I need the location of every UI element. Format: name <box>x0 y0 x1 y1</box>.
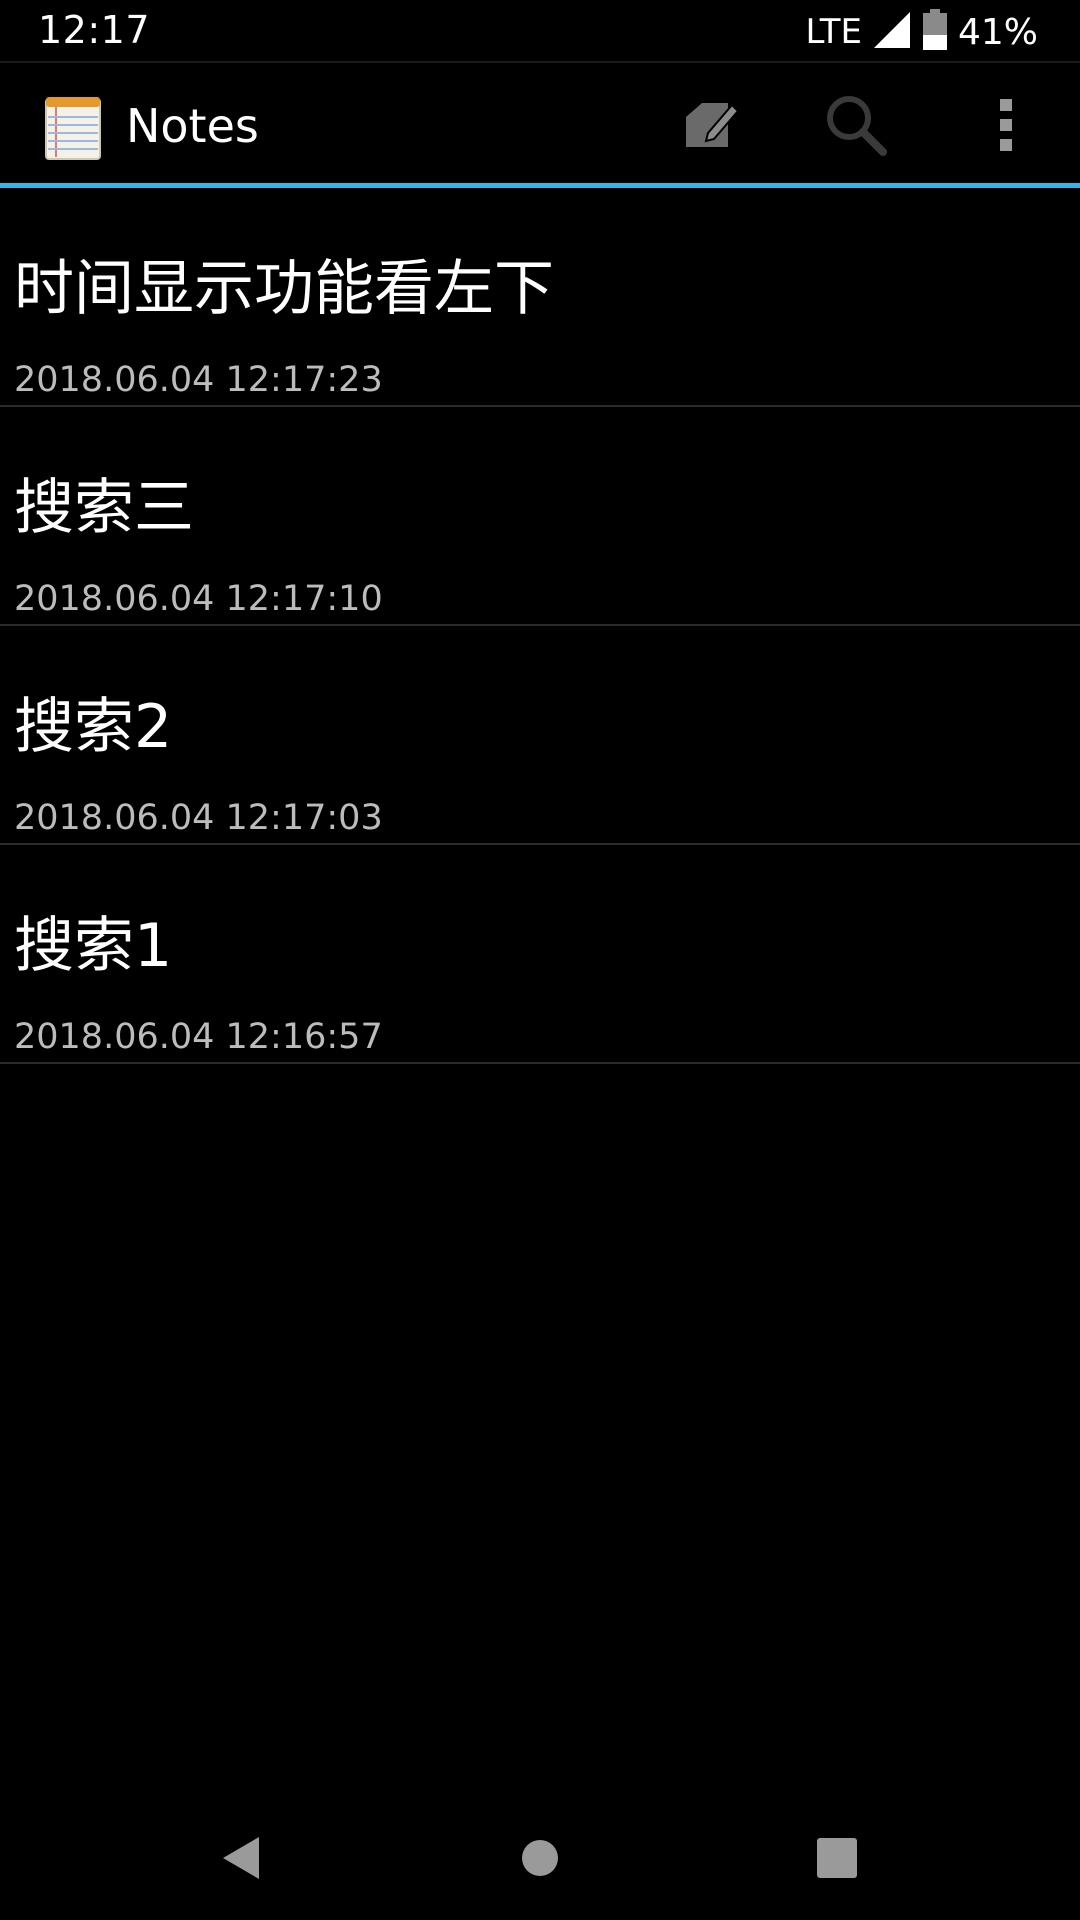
battery-icon <box>922 9 948 55</box>
cell-signal-icon <box>872 10 912 54</box>
note-date: 2018.06.04 12:16:57 <box>14 1017 383 1057</box>
network-type-label: LTE <box>805 12 862 52</box>
note-list-item[interactable]: 搜索三 2018.06.04 12:17:10 <box>0 407 1080 626</box>
home-icon <box>520 1838 560 1882</box>
note-list-item[interactable]: 搜索1 2018.06.04 12:16:57 <box>0 845 1080 1064</box>
battery-percent: 41% <box>957 11 1038 53</box>
navigation-bar <box>0 1800 1080 1920</box>
action-bar: Notes <box>0 65 1080 183</box>
overflow-menu-icon <box>996 95 1016 159</box>
app-title: Notes <box>126 99 259 153</box>
back-icon <box>219 1833 263 1887</box>
note-date: 2018.06.04 12:17:23 <box>14 360 383 400</box>
status-indicators: LTE 41% <box>805 8 1038 56</box>
note-title: 时间显示功能看左下 <box>14 254 554 324</box>
note-list-item[interactable]: 搜索2 2018.06.04 12:17:03 <box>0 626 1080 845</box>
nav-recents-button[interactable] <box>802 1830 872 1890</box>
status-time: 12:17 <box>38 8 151 52</box>
search-button[interactable] <box>814 85 898 169</box>
search-icon <box>823 92 889 162</box>
status-bar: 12:17 LTE 41% <box>0 0 1080 63</box>
note-title: 搜索三 <box>14 473 194 543</box>
note-list-item[interactable]: 时间显示功能看左下 2018.06.04 12:17:23 <box>0 188 1080 407</box>
notes-screen: 12:17 LTE 41% Notes 时间显示功能看左下 2018.06.04… <box>0 0 1080 1920</box>
note-date: 2018.06.04 12:17:03 <box>14 798 383 838</box>
note-title: 搜索2 <box>14 692 173 762</box>
notepad-icon <box>44 93 102 161</box>
edit-note-icon <box>680 95 740 159</box>
nav-home-button[interactable] <box>505 1830 575 1890</box>
overflow-menu-button[interactable] <box>964 85 1048 169</box>
note-date: 2018.06.04 12:17:10 <box>14 579 383 619</box>
note-title: 搜索1 <box>14 911 173 981</box>
new-note-button[interactable] <box>668 85 752 169</box>
nav-back-button[interactable] <box>206 1830 276 1890</box>
recents-icon <box>816 1837 858 1883</box>
note-list: 时间显示功能看左下 2018.06.04 12:17:23 搜索三 2018.0… <box>0 188 1080 1064</box>
